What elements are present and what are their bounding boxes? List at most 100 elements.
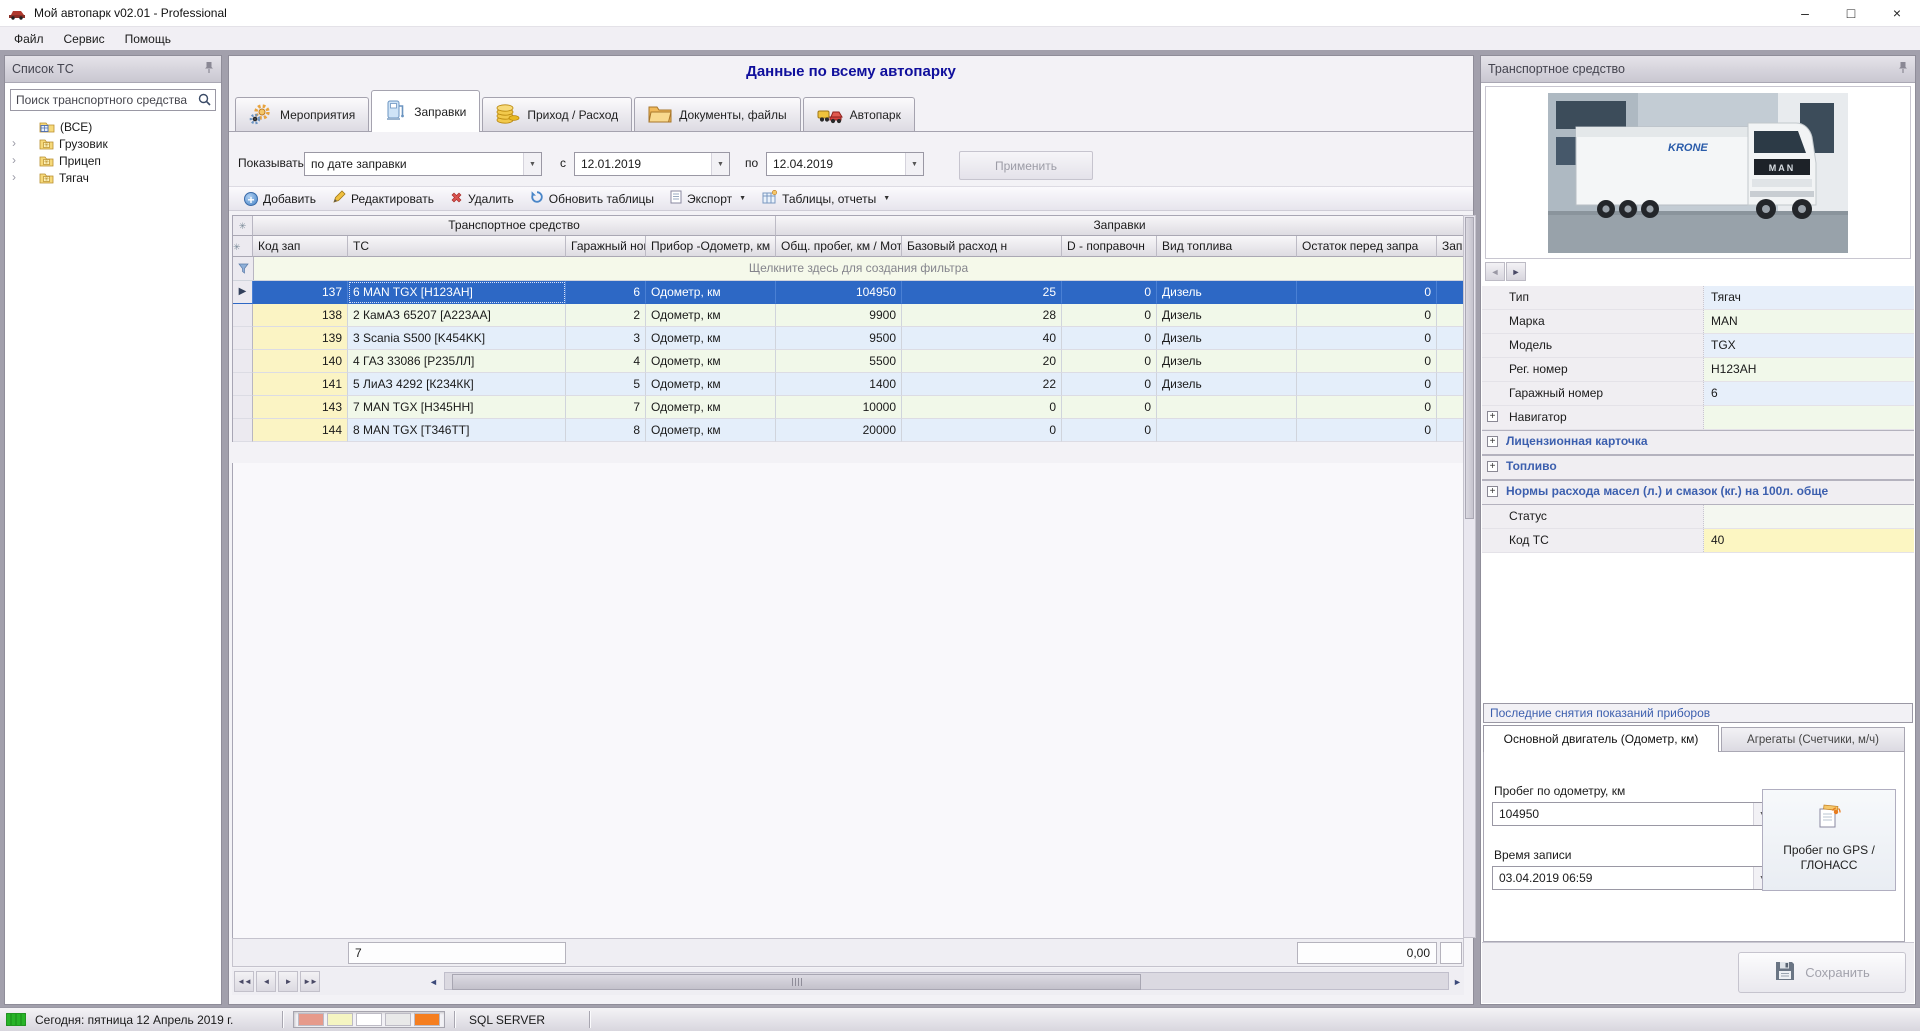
workspace: Список ТС (ВСЕ) ›: [0, 50, 1920, 1008]
odometer-combo[interactable]: 104950 ▼: [1492, 802, 1772, 826]
prop-row-garage[interactable]: Гаражный номер 6: [1482, 382, 1914, 406]
table-row[interactable]: 144 8 MAN TGX [T346TT] 8 Одометр, км 200…: [233, 419, 1463, 442]
table-row[interactable]: 141 5 ЛиАЗ 4292 [К234КК] 5 Одометр, км 1…: [233, 373, 1463, 396]
filter-mode-combo[interactable]: по дате заправки ▼: [304, 152, 542, 176]
first-page-button[interactable]: ◄◄: [234, 971, 254, 992]
prop-row-brand[interactable]: Марка MAN: [1482, 310, 1914, 334]
col-code[interactable]: Код зап: [253, 236, 348, 257]
chevron-right-icon[interactable]: ›: [12, 169, 25, 186]
tab-refuels[interactable]: Заправки: [371, 90, 481, 132]
search-input[interactable]: [10, 89, 216, 111]
vertical-scroll-thumb[interactable]: [1465, 217, 1474, 519]
pin-icon[interactable]: [204, 61, 214, 77]
tree-label: Прицеп: [59, 153, 101, 168]
col-mileage[interactable]: Общ. пробег, км / Мот: [776, 236, 902, 257]
chevron-down-icon[interactable]: ▼: [523, 153, 541, 175]
table-row[interactable]: 139 3 Scania S500 [K454KK] 3 Одометр, км…: [233, 327, 1463, 350]
tab-aggregates[interactable]: Агрегаты (Счетчики, м/ч): [1721, 727, 1905, 752]
photo-next-icon[interactable]: ►: [1506, 262, 1526, 281]
chevron-down-icon[interactable]: ▼: [905, 153, 923, 175]
chevron-down-icon[interactable]: ▼: [711, 153, 729, 175]
gps-mileage-button[interactable]: Пробег по GPS / ГЛОНАСС: [1762, 789, 1896, 891]
pin-icon[interactable]: [1898, 61, 1908, 77]
search-icon[interactable]: [198, 93, 211, 109]
expand-plus-icon[interactable]: +: [1487, 461, 1498, 472]
last-page-button[interactable]: ►►: [300, 971, 320, 992]
apply-button[interactable]: Применить: [959, 151, 1093, 180]
col-rest-before[interactable]: Остаток перед запра: [1297, 236, 1437, 257]
tab-fleet[interactable]: Автопарк: [802, 97, 915, 132]
tab-main-engine[interactable]: Основной двигатель (Одометр, км): [1483, 725, 1719, 752]
filter-hint[interactable]: Щелкните здесь для создания фильтра: [254, 257, 1463, 280]
category-label: Нормы расхода масел (л.) и смазок (кг.) …: [1506, 484, 1829, 498]
tree-item-trailer[interactable]: › ✳ Прицеп: [5, 152, 221, 169]
delete-button[interactable]: Удалить: [442, 188, 522, 210]
refresh-button[interactable]: Обновить таблицы: [522, 188, 662, 210]
chevron-right-icon[interactable]: ›: [12, 135, 25, 152]
scroll-left-icon[interactable]: ◄: [426, 973, 441, 990]
col-base-rate[interactable]: Базовый расход н: [902, 236, 1062, 257]
prop-row-model[interactable]: Модель TGX: [1482, 334, 1914, 358]
vertical-scrollbar[interactable]: [1463, 215, 1476, 938]
tab-documents[interactable]: Документы, файлы: [634, 97, 801, 132]
export-button[interactable]: Экспорт ▼: [662, 188, 754, 210]
cell-device: Одометр, км: [646, 304, 776, 327]
save-button[interactable]: Сохранить: [1738, 952, 1906, 993]
date-from-combo[interactable]: 12.01.2019 ▼: [574, 152, 730, 176]
window-title: Мой автопарк v02.01 - Professional: [34, 6, 227, 20]
prop-category-norms[interactable]: + Нормы расхода масел (л.) и смазок (кг.…: [1482, 480, 1914, 505]
scroll-right-icon[interactable]: ►: [1450, 973, 1465, 990]
grid-filter-row[interactable]: Щелкните здесь для создания фильтра: [233, 257, 1463, 281]
cell-mileage: 9900: [776, 304, 902, 327]
prop-row-status[interactable]: Статус: [1482, 505, 1914, 529]
expand-plus-icon[interactable]: +: [1487, 486, 1498, 497]
table-row[interactable]: 140 4 ГАЗ 33086 [Р235ЛЛ] 4 Одометр, км 5…: [233, 350, 1463, 373]
date-to-combo[interactable]: 12.04.2019 ▼: [766, 152, 924, 176]
expand-plus-icon[interactable]: +: [1487, 411, 1498, 422]
tree-item-truck[interactable]: › ✳ Грузовик: [5, 135, 221, 152]
maximize-button[interactable]: □: [1828, 0, 1874, 26]
prop-category-license[interactable]: + Лицензионная карточка: [1482, 430, 1914, 455]
horizontal-scroll-thumb[interactable]: [452, 974, 1141, 990]
tree-item-tractor[interactable]: › ✳ Тягач: [5, 169, 221, 186]
col-refuel[interactable]: Запр: [1437, 236, 1463, 257]
prop-row-code[interactable]: Код ТС 40: [1482, 529, 1914, 553]
prop-label: Модель: [1482, 334, 1704, 357]
minimize-button[interactable]: –: [1782, 0, 1828, 26]
prop-row-reg[interactable]: Рег. номер H123AH: [1482, 358, 1914, 382]
prop-row-navigator[interactable]: + Навигатор: [1482, 406, 1914, 430]
corner-asterisk-icon[interactable]: ✳: [233, 216, 253, 236]
menu-file[interactable]: Файл: [4, 29, 54, 49]
edit-button[interactable]: Редактировать: [324, 188, 442, 210]
prev-page-button[interactable]: ◄: [256, 971, 276, 992]
close-button[interactable]: ×: [1874, 0, 1920, 26]
chevron-right-icon[interactable]: ›: [12, 152, 25, 169]
record-time-combo[interactable]: 03.04.2019 06:59 ▼: [1492, 866, 1772, 890]
col-garage[interactable]: Гаражный ном: [566, 236, 646, 257]
col-vehicle[interactable]: ТС: [348, 236, 566, 257]
expand-plus-icon[interactable]: +: [1487, 436, 1498, 447]
menu-service[interactable]: Сервис: [54, 29, 115, 49]
table-row[interactable]: ▶ 137 6 MAN TGX [H123AH] 6 Одометр, км 1…: [233, 281, 1463, 304]
prop-row-type[interactable]: Тип Тягач: [1482, 286, 1914, 310]
col-fuel-type[interactable]: Вид топлива: [1157, 236, 1297, 257]
tab-income-expense[interactable]: Приход / Расход: [482, 97, 633, 132]
prop-label: Тип: [1482, 286, 1704, 309]
reports-button[interactable]: Таблицы, отчеты ▼: [754, 188, 898, 210]
prop-category-fuel[interactable]: + Топливо: [1482, 455, 1914, 480]
next-page-button[interactable]: ►: [278, 971, 298, 992]
band-refuels[interactable]: Заправки: [776, 216, 1463, 236]
tab-events[interactable]: Мероприятия: [235, 97, 370, 132]
row-indicator-arrow: ▶: [233, 281, 253, 304]
photo-prev-icon[interactable]: ◄: [1485, 262, 1505, 281]
col-device[interactable]: Прибор -Одометр, км: [646, 236, 776, 257]
tree-item-all[interactable]: (ВСЕ): [5, 118, 221, 135]
add-button[interactable]: + Добавить: [236, 188, 324, 210]
corner-asterisk-icon[interactable]: ✳: [233, 236, 253, 257]
table-row[interactable]: 138 2 КамАЗ 65207 [A223AA] 2 Одометр, км…: [233, 304, 1463, 327]
horizontal-scrollbar[interactable]: [444, 972, 1449, 990]
table-row[interactable]: 143 7 MAN TGX [H345HH] 7 Одометр, км 100…: [233, 396, 1463, 419]
menu-help[interactable]: Помощь: [115, 29, 181, 49]
band-vehicle[interactable]: Транспортное средство: [253, 216, 776, 236]
col-d-correction[interactable]: D - поправочн: [1062, 236, 1157, 257]
